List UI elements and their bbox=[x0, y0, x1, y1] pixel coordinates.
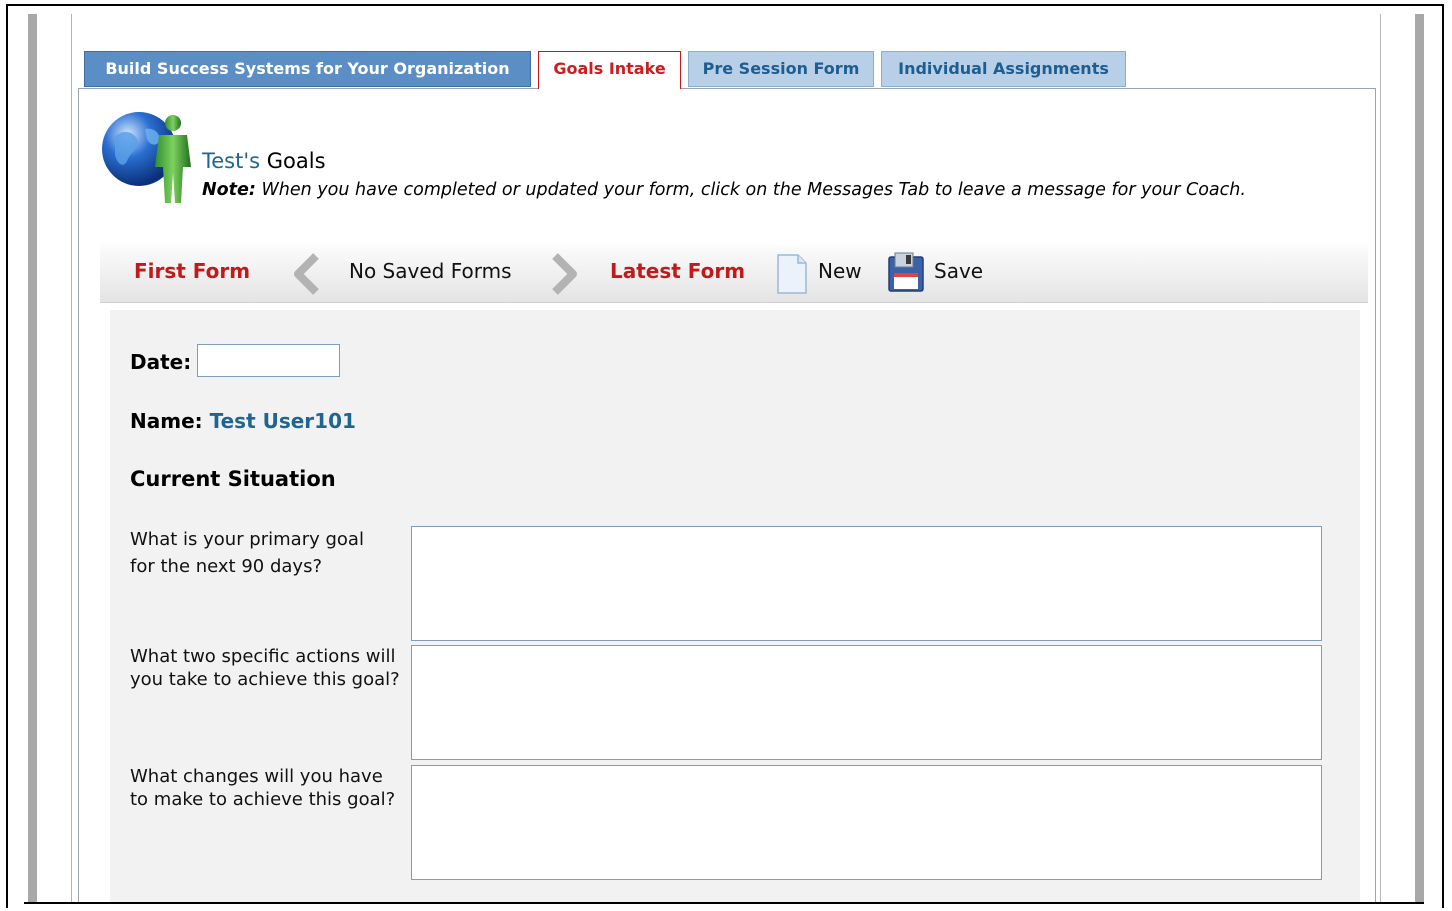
tab-pre-session-form[interactable]: Pre Session Form bbox=[688, 51, 874, 87]
saved-forms-status: No Saved Forms bbox=[349, 259, 512, 283]
floppy-disk-icon[interactable] bbox=[887, 251, 925, 293]
primary-goal-textarea[interactable] bbox=[411, 526, 1322, 641]
tab-individual-assignments[interactable]: Individual Assignments bbox=[881, 51, 1126, 87]
name-value: Test User101 bbox=[209, 409, 356, 433]
new-document-icon[interactable] bbox=[776, 253, 808, 295]
changes-textarea[interactable] bbox=[411, 765, 1322, 880]
question-label-primary-goal: What is your primary goal for the next 9… bbox=[130, 529, 364, 577]
instruction-note: Note: When you have completed or updated… bbox=[202, 180, 1246, 200]
tab-build-success-systems[interactable]: Build Success Systems for Your Organizat… bbox=[84, 51, 531, 87]
right-border-line bbox=[1380, 14, 1381, 902]
note-text: When you have completed or updated your … bbox=[255, 180, 1246, 200]
latest-form-link[interactable]: Latest Form bbox=[610, 259, 745, 283]
date-label: Date: bbox=[130, 350, 192, 374]
globe-person-icon bbox=[102, 112, 191, 203]
right-scroll-gutter bbox=[1415, 14, 1424, 902]
first-form-link[interactable]: First Form bbox=[134, 259, 250, 283]
bottom-divider bbox=[24, 902, 1424, 904]
left-border-line bbox=[71, 14, 72, 902]
left-scroll-gutter bbox=[28, 14, 37, 902]
goals-title-text: Goals bbox=[260, 149, 326, 173]
goals-owner: Test's bbox=[202, 149, 261, 173]
specific-actions-textarea[interactable] bbox=[411, 645, 1322, 760]
save-form-button[interactable]: Save bbox=[934, 259, 983, 283]
note-label: Note: bbox=[202, 180, 256, 200]
tab-goals-intake[interactable]: Goals Intake bbox=[538, 51, 681, 89]
chevron-left-icon[interactable] bbox=[288, 253, 326, 295]
name-row: Name: Test User101 bbox=[130, 409, 356, 433]
date-field[interactable] bbox=[197, 344, 340, 377]
page-title: Test's Goals bbox=[202, 149, 326, 173]
section-title: Current Situation bbox=[130, 467, 336, 491]
form-navigation-toolbar: First Form No Saved Forms Latest Form Ne… bbox=[100, 244, 1368, 303]
chevron-right-icon[interactable] bbox=[545, 253, 583, 295]
new-form-button[interactable]: New bbox=[818, 259, 862, 283]
name-label: Name: bbox=[130, 409, 203, 433]
question-label-specific-actions: What two specific actions will you take … bbox=[130, 646, 400, 690]
question-label-changes: What changes will you have to make to ac… bbox=[130, 766, 396, 810]
